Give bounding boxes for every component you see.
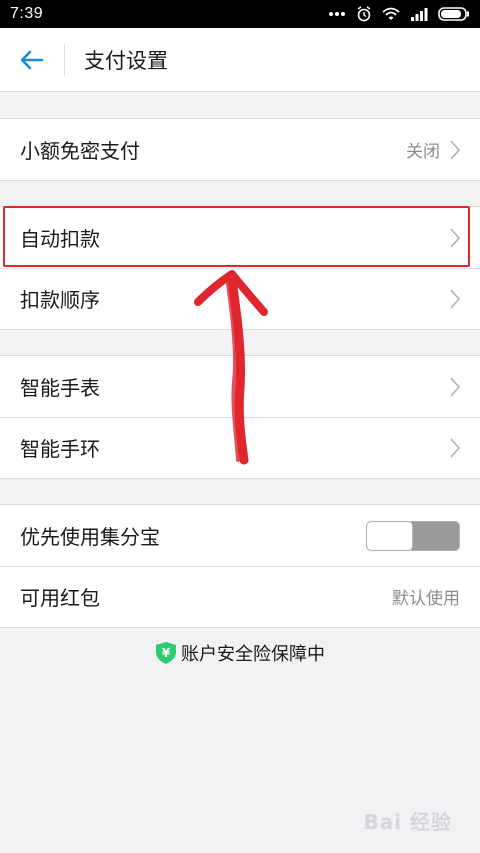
battery-icon (438, 7, 469, 21)
account-safety-note[interactable]: ¥ 账户安全险保障中 (0, 640, 480, 666)
chevron-right-icon (450, 227, 460, 248)
watermark-logo: Bai 经验 (363, 810, 452, 834)
row-label: 可用红包 (20, 586, 100, 610)
row-value: 关闭 (406, 142, 440, 162)
row-small-password-free-payment[interactable]: 小额免密支付 关闭 (0, 119, 480, 180)
status-time: 7:39 (10, 5, 44, 22)
back-arrow-icon (20, 50, 44, 69)
wifi-icon (382, 7, 400, 20)
settings-group-deduction: 自动扣款 扣款顺序 (0, 206, 480, 330)
signal-icon (411, 8, 428, 21)
chevron-right-icon (450, 139, 460, 160)
settings-group-smart-devices: 智能手表 智能手环 (0, 355, 480, 479)
status-bar: 7:39 (0, 0, 480, 28)
alarm-clock-icon (357, 6, 371, 22)
row-smart-watch[interactable]: 智能手表 (0, 356, 480, 417)
back-button[interactable] (0, 28, 64, 92)
chevron-right-icon (450, 437, 460, 458)
settings-group-rewards: 优先使用集分宝 可用红包 默认使用 (0, 504, 480, 628)
row-deduction-order[interactable]: 扣款顺序 (0, 268, 480, 329)
settings-group-password-free: 小额免密支付 关闭 (0, 118, 480, 181)
more-dots-icon (329, 12, 345, 16)
row-label: 智能手表 (20, 376, 100, 400)
prefer-jifenbao-toggle[interactable] (366, 520, 460, 551)
row-available-red-packet[interactable]: 可用红包 默认使用 (0, 566, 480, 627)
safety-text: 账户安全险保障中 (181, 644, 325, 665)
row-label: 优先使用集分宝 (20, 525, 160, 549)
row-smart-band[interactable]: 智能手环 (0, 417, 480, 478)
svg-text:¥: ¥ (162, 646, 171, 660)
row-label: 扣款顺序 (20, 288, 100, 312)
shield-icon: ¥ (156, 642, 176, 664)
title-divider (64, 43, 65, 76)
row-label: 小额免密支付 (20, 139, 140, 163)
row-prefer-jifenbao: 优先使用集分宝 (0, 505, 480, 566)
row-label: 自动扣款 (20, 227, 100, 251)
toggle-knob (367, 521, 413, 550)
chevron-right-icon (450, 376, 460, 397)
page-title: 支付设置 (84, 48, 168, 73)
row-value: 默认使用 (392, 589, 460, 609)
status-icons (328, 6, 470, 22)
title-bar: 支付设置 (0, 28, 480, 92)
chevron-right-icon (450, 288, 460, 309)
row-auto-deduction[interactable]: 自动扣款 (0, 207, 480, 268)
row-label: 智能手环 (20, 437, 100, 461)
